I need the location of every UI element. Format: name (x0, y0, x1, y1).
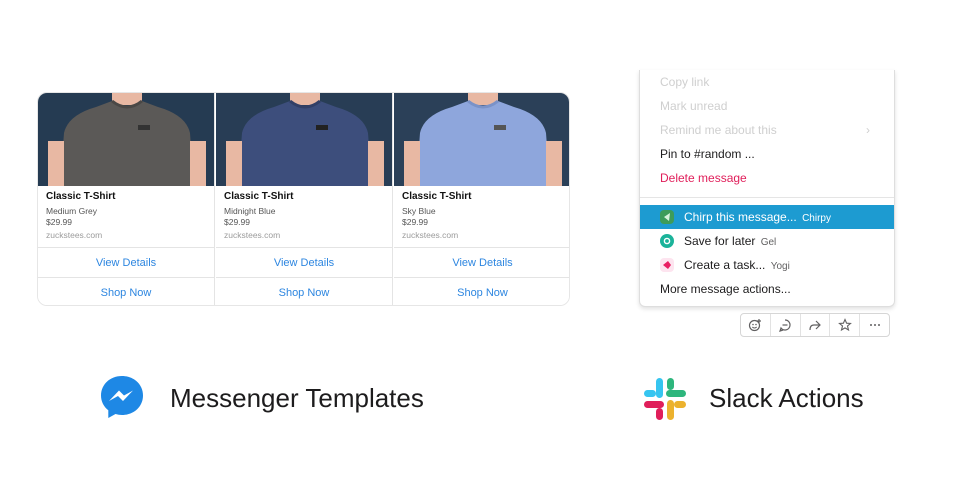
menu-item-mark-unread[interactable]: Mark unread (640, 94, 894, 118)
gel-app-icon (660, 234, 674, 248)
slack-caption: Slack Actions (709, 383, 864, 413)
menu-item-chirp[interactable]: Chirp this message... Chirpy (640, 205, 894, 229)
product-title: Classic T-Shirt (46, 191, 116, 202)
product-price: $29.99 (224, 217, 250, 227)
product-price: $29.99 (402, 217, 428, 227)
menu-item-delete[interactable]: Delete message (640, 166, 894, 190)
product-color: Medium Grey (46, 206, 98, 216)
menu-item-label: Create a task... (684, 258, 766, 272)
menu-item-remind[interactable]: Remind me about this › (640, 118, 894, 142)
yogi-app-icon (660, 258, 674, 272)
message-hover-toolbar (740, 313, 890, 337)
view-details-button[interactable]: View Details (38, 247, 214, 277)
menu-item-label: Save for later (684, 234, 756, 248)
share-icon[interactable] (801, 314, 831, 336)
product-domain: zuckstees.com (46, 230, 103, 240)
reply-in-thread-icon[interactable] (771, 314, 801, 336)
message-actions-menu: Copy link Mark unread Remind me about th… (639, 70, 895, 307)
menu-item-copy-link[interactable]: Copy link (640, 70, 894, 94)
view-details-button[interactable]: View Details (394, 247, 569, 277)
product-title: Classic T-Shirt (402, 191, 472, 202)
product-title: Classic T-Shirt (224, 191, 294, 202)
menu-item-label: Remind me about this (660, 123, 777, 137)
product-color: Midnight Blue (224, 206, 276, 216)
chirpy-app-icon (660, 210, 674, 224)
slack-logo-icon (642, 376, 688, 422)
product-domain: zuckstees.com (402, 230, 459, 240)
shop-now-button[interactable]: Shop Now (38, 277, 214, 305)
product-domain: zuckstees.com (224, 230, 281, 240)
product-card: Classic T-Shirt Midnight Blue $29.99 zuc… (216, 93, 393, 305)
app-name: Chirpy (802, 213, 831, 224)
messenger-logo-icon (98, 373, 146, 421)
star-icon[interactable] (830, 314, 861, 336)
product-color: Sky Blue (402, 206, 436, 216)
menu-divider (640, 197, 894, 198)
shop-now-button[interactable]: Shop Now (216, 277, 392, 305)
product-price: $29.99 (46, 217, 72, 227)
product-photo (394, 93, 569, 186)
menu-item-more-actions[interactable]: More message actions... (640, 277, 894, 301)
chevron-right-icon: › (866, 123, 870, 137)
add-reaction-icon[interactable] (741, 314, 771, 336)
product-card: Classic T-Shirt Medium Grey $29.99 zucks… (38, 93, 215, 305)
menu-item-label: Chirp this message... (684, 210, 797, 224)
messenger-caption: Messenger Templates (170, 383, 424, 413)
more-icon[interactable] (860, 314, 889, 336)
product-photo (216, 93, 392, 186)
menu-item-pin[interactable]: Pin to #random ... (640, 142, 894, 166)
app-name: Gel (760, 237, 777, 248)
app-name: Yogi (770, 261, 790, 272)
view-details-button[interactable]: View Details (216, 247, 392, 277)
menu-item-save-for-later[interactable]: Save for later Gel (640, 229, 894, 253)
messenger-carousel: Classic T-Shirt Medium Grey $29.99 zucks… (37, 92, 570, 306)
product-photo (38, 93, 214, 186)
shop-now-button[interactable]: Shop Now (394, 277, 569, 305)
menu-item-create-task[interactable]: Create a task... Yogi (640, 253, 894, 277)
product-card: Classic T-Shirt Sky Blue $29.99 zuckstee… (394, 93, 569, 305)
